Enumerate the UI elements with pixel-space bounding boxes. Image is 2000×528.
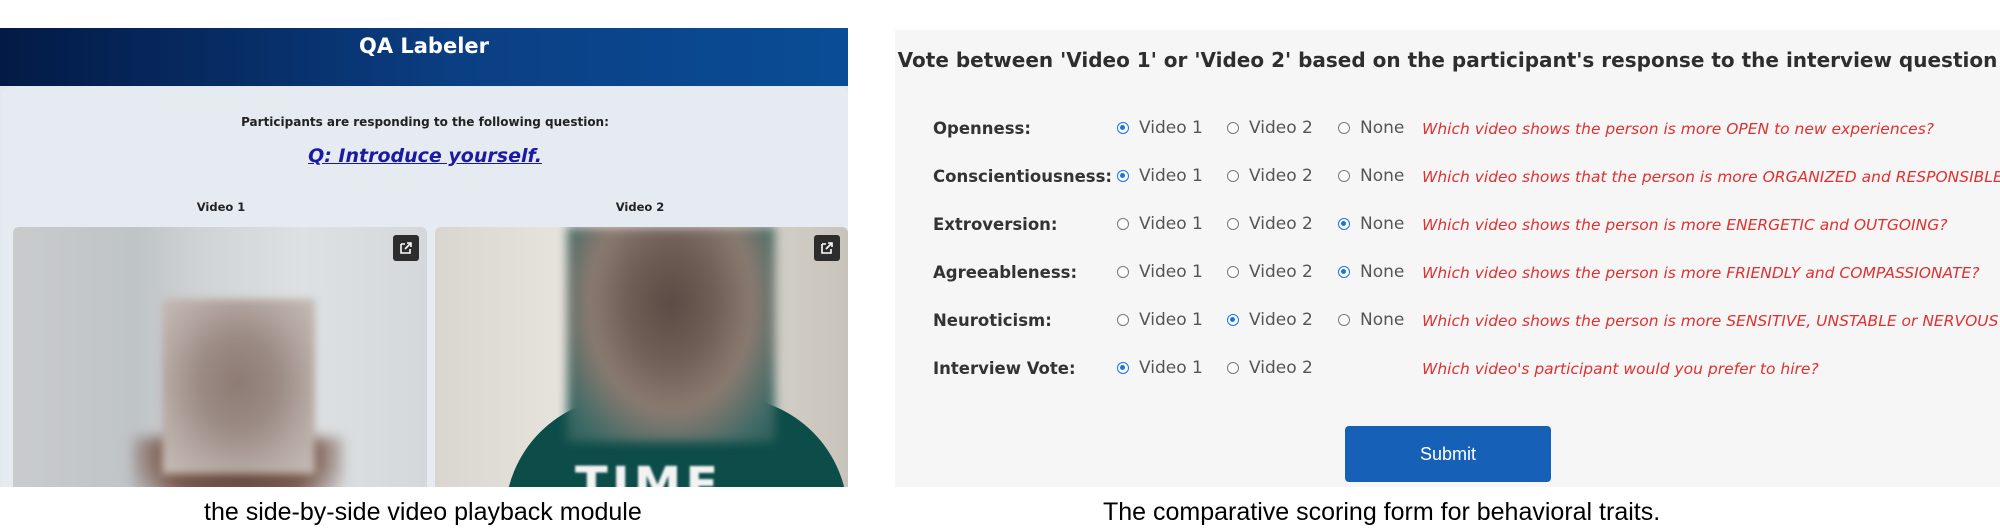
radio-button[interactable] <box>1227 218 1239 230</box>
trait-label: Conscientiousness: <box>933 167 1113 186</box>
radio-label: None <box>1360 262 1405 282</box>
trait-hint: Which video shows the person is more FRI… <box>1422 264 1980 282</box>
form-title: Vote between 'Video 1' or 'Video 2' base… <box>897 48 1998 72</box>
submit-button[interactable]: Submit <box>1345 426 1551 482</box>
trait-label: Openness: <box>933 119 1031 138</box>
trait-row: Conscientiousness: Video 1 Video 2 None Whic… <box>895 162 2000 192</box>
radio-option-none[interactable]: None <box>1338 118 1404 138</box>
right-caption: The comparative scoring form for behavio… <box>1103 498 1661 526</box>
radio-option-none[interactable]: None <box>1338 166 1404 186</box>
trait-row: Interview Vote: Video 1 Video 2 Which video… <box>895 354 2000 384</box>
radio-button[interactable] <box>1227 122 1239 134</box>
video-1-player[interactable] <box>13 227 427 487</box>
radio-label: Video 2 <box>1249 358 1313 378</box>
radio-option-video-1[interactable]: Video 1 <box>1117 310 1203 330</box>
radio-label: Video 1 <box>1139 166 1203 186</box>
trait-hint: Which video's participant would you pref… <box>1422 360 1819 378</box>
radio-button[interactable] <box>1338 122 1350 134</box>
video-2-blurred-face <box>567 227 775 442</box>
radio-button[interactable] <box>1227 170 1239 182</box>
video-1-blurred-face <box>162 299 315 474</box>
radio-option-none[interactable]: None <box>1338 214 1404 234</box>
radio-label: Video 1 <box>1139 310 1203 330</box>
radio-button[interactable] <box>1338 314 1350 326</box>
radio-button[interactable] <box>1338 218 1350 230</box>
radio-label: Video 1 <box>1139 118 1203 138</box>
radio-button[interactable] <box>1338 266 1350 278</box>
radio-button[interactable] <box>1117 314 1129 326</box>
radio-button[interactable] <box>1338 170 1350 182</box>
app-header: QA Labeler <box>0 28 848 86</box>
radio-option-video-1[interactable]: Video 1 <box>1117 214 1203 234</box>
trait-label: Interview Vote: <box>933 359 1076 378</box>
trait-label: Agreeableness: <box>933 263 1078 282</box>
radio-option-video-2[interactable]: Video 2 <box>1227 166 1313 186</box>
question-intro: Participants are responding to the follo… <box>241 115 609 129</box>
radio-option-video-2[interactable]: Video 2 <box>1227 310 1313 330</box>
radio-label: Video 2 <box>1249 262 1313 282</box>
trait-row: Openness: Video 1 Video 2 None Which video s… <box>895 114 2000 144</box>
video-1-label: Video 1 <box>196 200 246 214</box>
radio-option-video-1[interactable]: Video 1 <box>1117 166 1203 186</box>
radio-option-video-1[interactable]: Video 1 <box>1117 118 1203 138</box>
radio-option-video-2[interactable]: Video 2 <box>1227 262 1313 282</box>
radio-label: None <box>1360 166 1405 186</box>
trait-row: Neuroticism: Video 1 Video 2 None Which vide… <box>895 306 2000 336</box>
radio-label: Video 2 <box>1249 118 1313 138</box>
video-2-player[interactable]: TIME <box>435 227 848 487</box>
open-in-new-icon[interactable] <box>393 235 419 261</box>
left-caption: the side-by-side video playback module <box>204 498 642 526</box>
radio-button[interactable] <box>1227 266 1239 278</box>
video-2-label: Video 2 <box>615 200 665 214</box>
trait-row: Agreeableness: Video 1 Video 2 None Which vi… <box>895 258 2000 288</box>
radio-button[interactable] <box>1227 314 1239 326</box>
radio-button[interactable] <box>1117 170 1129 182</box>
radio-label: None <box>1360 214 1405 234</box>
radio-option-video-2[interactable]: Video 2 <box>1227 118 1313 138</box>
radio-button[interactable] <box>1117 218 1129 230</box>
radio-option-video-2[interactable]: Video 2 <box>1227 214 1313 234</box>
radio-label: None <box>1360 118 1405 138</box>
radio-option-none[interactable]: None <box>1338 310 1404 330</box>
app-title: QA Labeler <box>358 34 490 58</box>
trait-hint: Which video shows the person is more ENE… <box>1422 216 1948 234</box>
video-2-shirt-print: TIME <box>575 457 723 487</box>
radio-option-video-2[interactable]: Video 2 <box>1227 358 1313 378</box>
radio-label: Video 1 <box>1139 358 1203 378</box>
interview-question-link[interactable]: Q: Introduce yourself. <box>2 145 848 167</box>
radio-label: Video 2 <box>1249 214 1313 234</box>
trait-hint: Which video shows that the person is mor… <box>1422 168 2000 186</box>
video-playback-module: QA Labeler Participants are responding t… <box>0 28 848 487</box>
radio-button[interactable] <box>1227 362 1239 374</box>
radio-option-video-1[interactable]: Video 1 <box>1117 358 1203 378</box>
radio-button[interactable] <box>1117 266 1129 278</box>
radio-option-video-1[interactable]: Video 1 <box>1117 262 1203 282</box>
trait-label: Neuroticism: <box>933 311 1052 330</box>
trait-hint: Which video shows the person is more SEN… <box>1422 312 2000 330</box>
radio-label: Video 1 <box>1139 262 1203 282</box>
trait-label: Extroversion: <box>933 215 1058 234</box>
radio-button[interactable] <box>1117 362 1129 374</box>
radio-button[interactable] <box>1117 122 1129 134</box>
radio-label: Video 2 <box>1249 310 1313 330</box>
open-in-new-icon[interactable] <box>814 235 840 261</box>
trait-hint: Which video shows the person is more OPE… <box>1422 120 1934 138</box>
radio-label: None <box>1360 310 1405 330</box>
scoring-form: Vote between 'Video 1' or 'Video 2' base… <box>895 30 2000 487</box>
trait-row: Extroversion: Video 1 Video 2 None Which vid… <box>895 210 2000 240</box>
question-card: Participants are responding to the follo… <box>2 87 848 487</box>
radio-label: Video 2 <box>1249 166 1313 186</box>
radio-option-none[interactable]: None <box>1338 262 1404 282</box>
radio-label: Video 1 <box>1139 214 1203 234</box>
